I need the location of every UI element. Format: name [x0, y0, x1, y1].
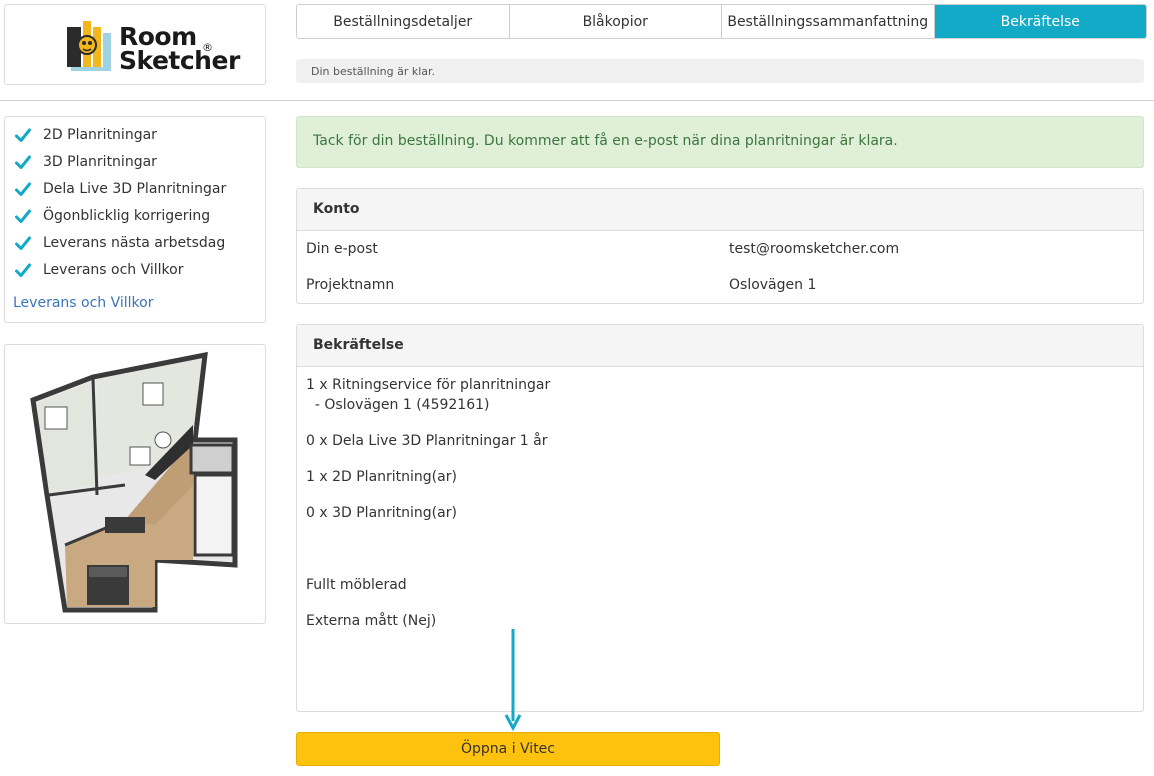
list-item: Dela Live 3D Planritningar — [15, 181, 226, 197]
panel-title: Konto — [297, 189, 1143, 231]
tab-order-summary[interactable]: Beställningssammanfattning — [722, 5, 935, 38]
email-label: Din e-post — [306, 241, 378, 257]
list-item: Leverans och Villkor — [15, 262, 183, 278]
feature-label: 3D Planritningar — [43, 154, 157, 170]
registered-mark: ® — [202, 41, 213, 54]
order-line: - Oslovägen 1 (4592161) — [306, 397, 490, 413]
list-item: Ögonblicklig korrigering — [15, 208, 210, 224]
terms-link[interactable]: Leverans och Villkor — [13, 295, 153, 311]
divider — [0, 100, 1154, 101]
list-item: Leverans nästa arbetsdag — [15, 235, 225, 251]
list-item: 2D Planritningar — [15, 127, 157, 143]
arrow-down-icon — [504, 629, 522, 731]
tab-blueprints[interactable]: Blåkopior — [510, 5, 722, 38]
floor-plan-image — [30, 351, 238, 613]
checkmark-icon — [15, 155, 31, 169]
confirmation-panel: Bekräftelse 1 x Ritningservice för planr… — [296, 324, 1144, 712]
checkmark-icon — [15, 209, 31, 223]
feature-label: Leverans nästa arbetsdag — [43, 235, 226, 251]
checkmark-icon — [15, 182, 31, 196]
email-value: test@roomsketcher.com — [729, 241, 900, 257]
step-tabs: Beställningsdetaljer Blåkopior Beställni… — [296, 4, 1147, 39]
checkmark-icon — [15, 128, 31, 142]
list-item: 3D Planritningar — [15, 154, 157, 170]
logo: Room Sketcher ® — [4, 4, 266, 85]
success-alert: Tack för din beställning. Du kommer att … — [296, 116, 1144, 168]
order-line: Externa mått (Nej) — [306, 613, 437, 629]
open-in-vitec-button[interactable]: Öppna i Vitec — [296, 732, 720, 766]
account-panel: Konto Din e-post test@roomsketcher.com P… — [296, 188, 1144, 304]
checkmark-icon — [15, 263, 31, 277]
order-line: 0 x Dela Live 3D Planritningar 1 år — [306, 433, 548, 449]
checkmark-icon — [15, 236, 31, 250]
project-name-label: Projektnamn — [306, 277, 395, 293]
floor-plan-thumbnail[interactable] — [4, 344, 266, 624]
feature-label: Leverans och Villkor — [43, 262, 184, 278]
order-line: Fullt möblerad — [306, 577, 407, 593]
order-line: 0 x 3D Planritning(ar) — [306, 505, 457, 521]
feature-label: Dela Live 3D Planritningar — [43, 181, 227, 197]
brand-name: Room Sketcher — [119, 22, 240, 75]
panel-title: Bekräftelse — [297, 325, 1143, 367]
tab-order-details[interactable]: Beställningsdetaljer — [297, 5, 510, 38]
features-list: 2D Planritningar 3D Planritningar Dela L… — [4, 116, 266, 323]
order-line: 1 x 2D Planritning(ar) — [306, 469, 457, 485]
tab-confirmation[interactable]: Bekräftelse — [934, 5, 1146, 38]
roomsketcher-logo-icon — [67, 21, 111, 71]
project-name-value: Oslovägen 1 — [729, 277, 817, 293]
feature-label: 2D Planritningar — [43, 127, 157, 143]
order-line: 1 x Ritningservice för planritningar — [306, 377, 551, 393]
feature-label: Ögonblicklig korrigering — [43, 208, 211, 224]
status-message: Din beställning är klar. — [296, 59, 1144, 83]
